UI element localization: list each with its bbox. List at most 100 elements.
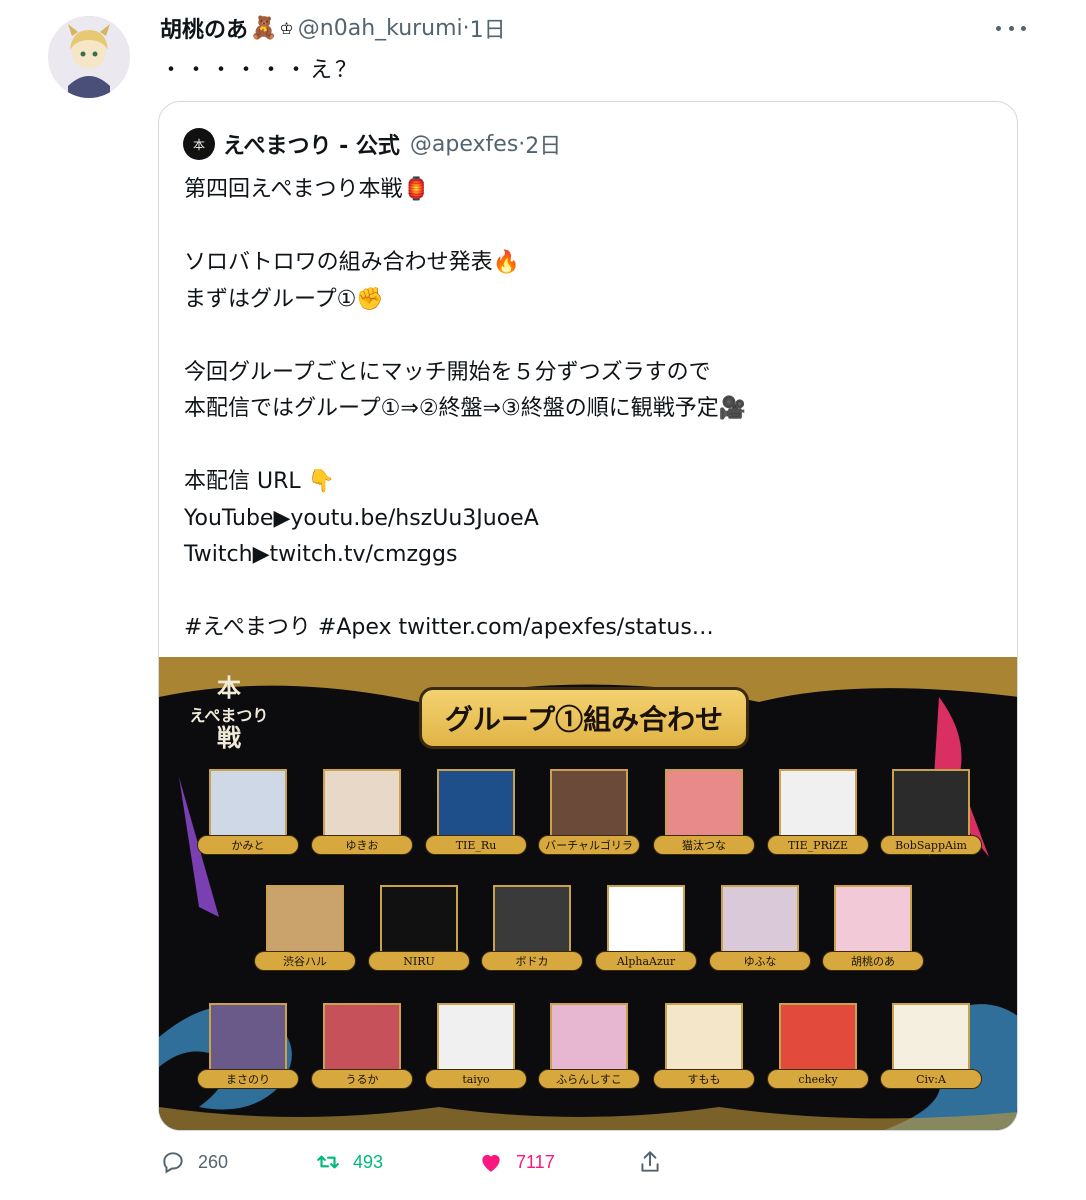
player-card: Civ:A	[880, 1003, 982, 1091]
player-card: すもも	[653, 1003, 755, 1091]
player-name-tag: すもも	[653, 1069, 755, 1089]
reply-icon	[163, 1152, 183, 1174]
like-count: 7117	[516, 1151, 555, 1172]
quoted-timestamp[interactable]: 2日	[525, 128, 561, 160]
player-card: 胡桃のあ	[822, 885, 924, 973]
player-name-tag: taiyo	[425, 1069, 527, 1089]
quoted-tweet-image[interactable]: 本えぺまつり戦 グループ①組み合わせ かみと ゆきお TIE_Ru バーチャルゴリラ猫…	[159, 657, 1017, 1130]
player-portrait	[380, 885, 458, 961]
tweet-text: ・・・・・・え？	[160, 58, 361, 83]
player-card: TIE_Ru	[425, 769, 527, 857]
author-name[interactable]: 胡桃のあ	[160, 12, 248, 44]
player-card: バーチャルゴリラ	[538, 769, 640, 857]
reply-count: 260	[198, 1151, 229, 1172]
heart-icon	[482, 1154, 500, 1172]
player-card: ゆきお	[311, 769, 413, 857]
player-portrait	[437, 769, 515, 845]
author-avatar[interactable]	[48, 16, 130, 98]
player-name-tag: 渋谷ハル	[254, 951, 356, 971]
quoted-text-line: Twitch▶twitch.tv/cmzggs	[184, 542, 458, 567]
player-card: うるか	[311, 1003, 413, 1091]
quoted-author-handle[interactable]: @apexfes	[410, 132, 518, 157]
player-name-tag: 猫汰つな	[653, 835, 755, 855]
player-name-tag: cheeky	[767, 1069, 869, 1089]
player-card: cheeky	[767, 1003, 869, 1091]
player-name-tag: うるか	[311, 1069, 413, 1089]
player-card: ボドカ	[481, 885, 583, 973]
quoted-text-line: #えぺまつり #Apex twitter.com/apexfes/status…	[184, 615, 714, 640]
player-portrait	[550, 1003, 628, 1079]
player-name-tag: ゆふな	[709, 951, 811, 971]
tweet-header: 胡桃のあ 🧸 ♔ @n0ah_kurumi · 1日	[160, 10, 506, 46]
player-name-tag: TIE_PRiZE	[767, 835, 869, 855]
quoted-tweet-text: 第四回えぺまつり本戦🏮 ソロバトロワの組み合わせ発表🔥 まずはグループ①✊ 今回グルー…	[184, 172, 984, 647]
player-card: まさのり	[197, 1003, 299, 1091]
author-handle[interactable]: @n0ah_kurumi	[298, 16, 463, 41]
retweet-icon	[317, 1155, 339, 1169]
retweet-button[interactable]: 493	[315, 1149, 383, 1175]
player-name-tag: バーチャルゴリラ	[538, 835, 640, 855]
player-name-tag: NIRU	[368, 951, 470, 971]
quoted-text-line: 本配信ではグループ①⇒②終盤⇒③終盤の順に観戦予定🎥	[184, 396, 747, 421]
quoted-tweet[interactable]: 本 えぺまつり - 公式 @apexfes · 2日 第四回えぺまつり本戦🏮 ソロ…	[158, 101, 1018, 1131]
player-card: ふらんしすこ	[538, 1003, 640, 1091]
player-card: かみと	[197, 769, 299, 857]
like-button[interactable]: 7117	[478, 1149, 555, 1175]
player-name-tag: TIE_Ru	[425, 835, 527, 855]
player-portrait	[209, 1003, 287, 1079]
share-button[interactable]	[637, 1149, 675, 1175]
reply-button[interactable]: 260	[160, 1149, 228, 1175]
quoted-author-avatar[interactable]: 本	[183, 128, 215, 160]
player-portrait	[323, 1003, 401, 1079]
player-portrait	[834, 885, 912, 961]
retweet-count: 493	[353, 1151, 384, 1172]
player-portrait	[323, 769, 401, 845]
player-portrait	[721, 885, 799, 961]
player-portrait	[437, 1003, 515, 1079]
player-name-tag: ゆきお	[311, 835, 413, 855]
player-portrait	[266, 885, 344, 961]
player-card: taiyo	[425, 1003, 527, 1091]
quoted-text-line: YouTube▶youtu.be/hszUu3JuoeA	[184, 505, 539, 531]
player-card: ゆふな	[709, 885, 811, 973]
player-name-tag: まさのり	[197, 1069, 299, 1089]
player-portrait	[665, 1003, 743, 1079]
player-card: NIRU	[368, 885, 470, 973]
player-name-tag: BobSappAim	[880, 835, 982, 855]
tweet-actions: 260 493 7117	[160, 1145, 680, 1179]
separator-dot: ·	[518, 131, 526, 157]
quoted-text-line: 第四回えぺまつり本戦🏮	[184, 177, 430, 202]
player-name-tag: Civ:A	[880, 1069, 982, 1089]
quoted-tweet-header: 本 えぺまつり - 公式 @apexfes · 2日	[183, 128, 561, 160]
player-name-tag: ふらんしすこ	[538, 1069, 640, 1089]
player-portrait	[892, 1003, 970, 1079]
player-portrait	[779, 769, 857, 845]
player-card: BobSappAim	[880, 769, 982, 857]
group-banner: グループ①組み合わせ	[419, 687, 749, 749]
player-portrait	[493, 885, 571, 961]
player-name-tag: AlphaAzur	[595, 951, 697, 971]
player-card: 渋谷ハル	[254, 885, 356, 973]
player-portrait	[550, 769, 628, 845]
player-portrait	[779, 1003, 857, 1079]
player-portrait	[892, 769, 970, 845]
quoted-text-line: 今回グループごとにマッチ開始を５分ずつズラすので	[184, 359, 711, 385]
quoted-author-name[interactable]: えぺまつり - 公式	[223, 128, 400, 160]
player-card: AlphaAzur	[595, 885, 697, 973]
player-name-tag: ボドカ	[481, 951, 583, 971]
crown-icon: ♔	[279, 18, 294, 38]
share-icon	[641, 1151, 659, 1172]
player-card: 猫汰つな	[653, 769, 755, 857]
tweet-timestamp[interactable]: 1日	[470, 12, 506, 44]
player-name-tag: かみと	[197, 835, 299, 855]
separator-dot: ·	[462, 15, 470, 41]
player-portrait	[607, 885, 685, 961]
quoted-text-line: まずはグループ①✊	[184, 286, 384, 312]
teddy-bear-icon: 🧸	[250, 15, 278, 41]
event-logo: 本えぺまつり戦	[189, 673, 269, 753]
more-options-icon[interactable]	[996, 18, 1026, 38]
